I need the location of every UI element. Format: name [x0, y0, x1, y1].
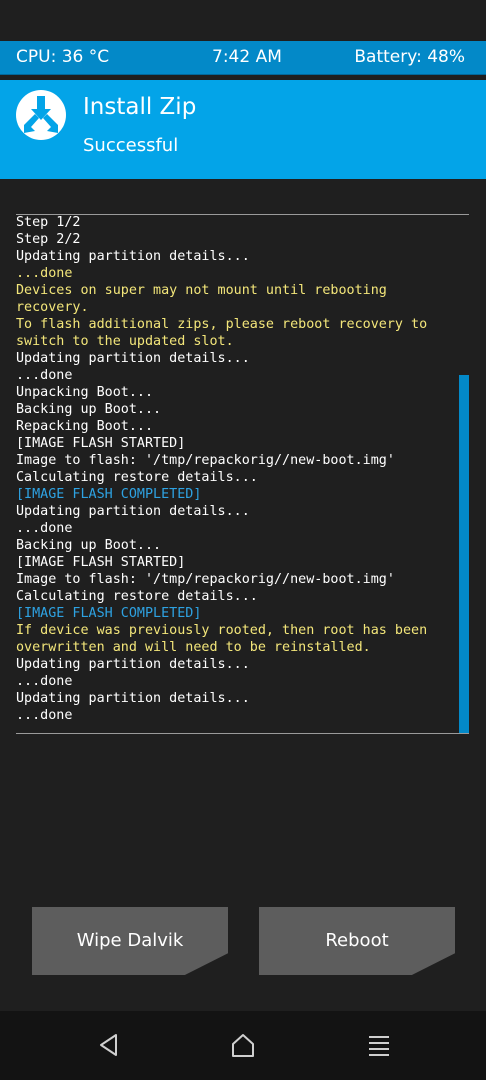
console-line: Step 1/2	[16, 215, 81, 230]
reboot-button[interactable]: Reboot	[259, 907, 455, 975]
console-line: [IMAGE FLASH COMPLETED]	[16, 606, 202, 621]
menu-icon[interactable]	[366, 1032, 392, 1058]
console-scrollbar[interactable]	[459, 375, 469, 733]
battery-level: Battery: 48%	[354, 47, 465, 67]
console-line: ...done	[16, 266, 73, 281]
console-line: Unpacking Boot...	[16, 385, 154, 400]
console-bottom-divider	[16, 733, 469, 734]
home-icon[interactable]	[230, 1032, 256, 1058]
back-icon[interactable]	[96, 1032, 122, 1058]
console-line: Calculating restore details...	[16, 589, 258, 604]
console-line: Backing up Boot...	[16, 538, 162, 553]
console-line: recovery.	[16, 300, 89, 315]
console-line: Repacking Boot...	[16, 419, 154, 434]
console-lines: Flashing A/B zip to inactive slot: AStep…	[16, 205, 456, 724]
console-line: switch to the updated slot.	[16, 334, 234, 349]
console-line: [IMAGE FLASH STARTED]	[16, 555, 186, 570]
console-line: [IMAGE FLASH STARTED]	[16, 436, 186, 451]
console-line: ...done	[16, 708, 73, 723]
console-line: Updating partition details...	[16, 504, 250, 519]
page-subtitle: Successful	[83, 135, 179, 156]
console-line: Updating partition details...	[16, 249, 250, 264]
console-line: Updating partition details...	[16, 691, 250, 706]
console-line: Image to flash: '/tmp/repackorig//new-bo…	[16, 572, 395, 587]
page-title: Install Zip	[83, 94, 197, 120]
clock: 7:42 AM	[212, 47, 282, 67]
console-line: Calculating restore details...	[16, 470, 258, 485]
cpu-temp: CPU: 36 °C	[16, 47, 110, 67]
console-line: Step 2/2	[16, 232, 81, 247]
console-line: Updating partition details...	[16, 657, 250, 672]
console-log[interactable]: Flashing A/B zip to inactive slot: AStep…	[16, 205, 469, 735]
console-line: Devices on super may not mount until reb…	[16, 283, 387, 298]
console-line: overwritten and will need to be reinstal…	[16, 640, 371, 655]
console-line: ...done	[16, 674, 73, 689]
console-line: [IMAGE FLASH COMPLETED]	[16, 487, 202, 502]
console-line: ...done	[16, 521, 73, 536]
console-line: If device was previously rooted, then ro…	[16, 623, 428, 638]
header-bar	[0, 80, 486, 179]
console-line: ...done	[16, 368, 73, 383]
console-line: Image to flash: '/tmp/repackorig//new-bo…	[16, 453, 395, 468]
console-top-divider	[16, 214, 469, 215]
twrp-logo-icon	[16, 90, 66, 140]
system-top-bar	[0, 0, 486, 41]
wipe-dalvik-button[interactable]: Wipe Dalvik	[32, 907, 228, 975]
console-line: Backing up Boot...	[16, 402, 162, 417]
console-line: To flash additional zips, please reboot …	[16, 317, 428, 332]
status-bar: CPU: 36 °C 7:42 AM Battery: 48%	[0, 41, 486, 75]
console-line: Updating partition details...	[16, 351, 250, 366]
